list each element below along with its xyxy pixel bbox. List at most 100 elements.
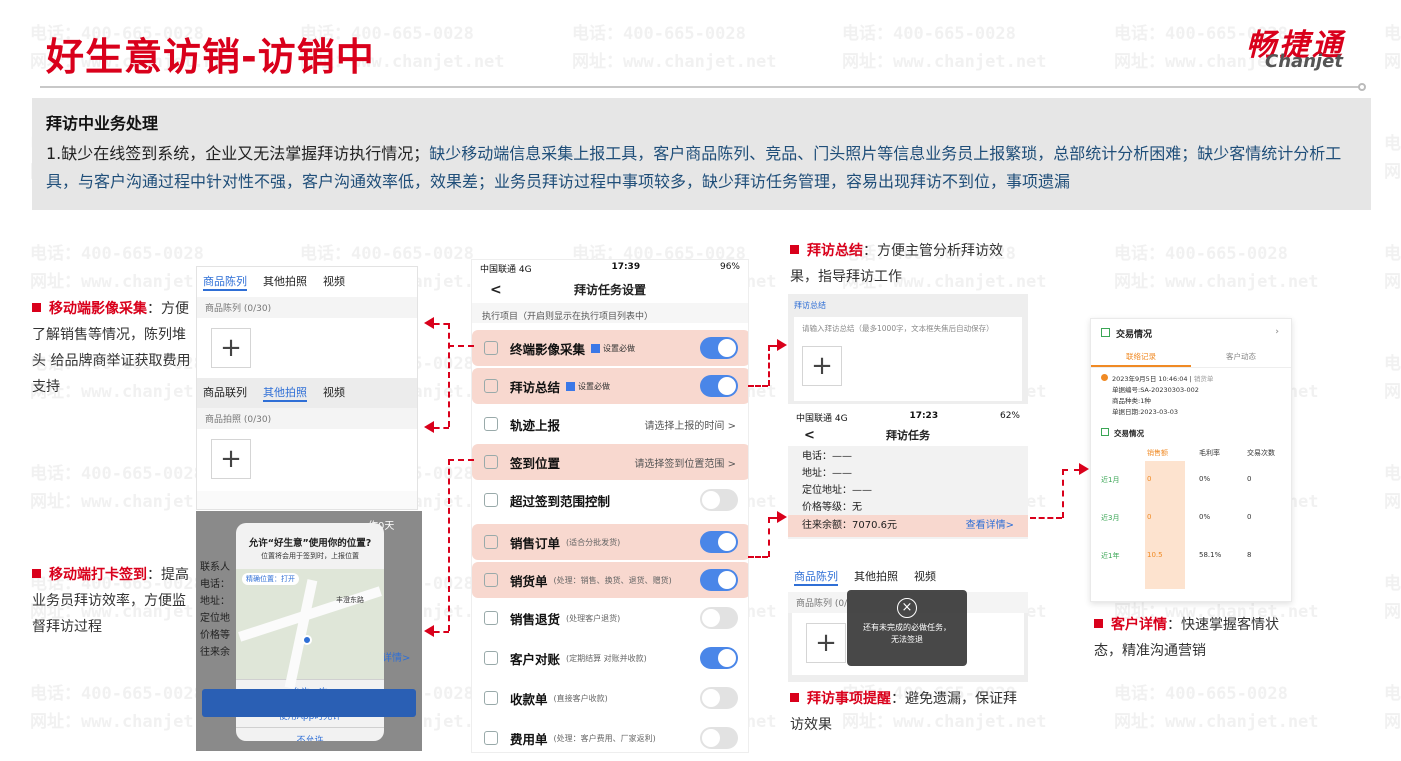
note-task-reminder: 拜访事项提醒：避免遗漏，保证拜访效果 [790, 691, 1017, 733]
chart-icon [1101, 328, 1110, 337]
note-customer-detail: 客户详情：快速掌握客情状态，精准沟通营销 [1094, 617, 1279, 659]
toggle-switch[interactable] [700, 375, 738, 397]
bullet-icon [790, 693, 799, 702]
customer-tabs: 联络记录 客户动态 [1091, 348, 1291, 368]
settings-row[interactable]: 销售退货 (处理客户退货) [472, 600, 748, 636]
row-note: (定期结算 对账并收款) [566, 653, 647, 663]
watermark-text: 电话：400-665-0028网址：www.chanjet.net [1384, 24, 1401, 72]
tab-contact-record[interactable]: 联络记录 [1091, 348, 1191, 367]
divider-dot [1358, 83, 1366, 91]
banner-text: 1.缺少在线签到系统，企业又无法掌握拜访执行情况；缺少移动端信息采集上报工具，客… [46, 140, 1357, 196]
problem-banner: 拜访中业务处理 1.缺少在线签到系统，企业又无法掌握拜访执行情况；缺少移动端信息… [32, 98, 1371, 210]
table-cell: 近3月 [1101, 514, 1120, 522]
checkbox-icon[interactable] [566, 381, 576, 391]
tab-other-photo[interactable]: 其他拍照 [854, 568, 898, 586]
status-bar: 中国联通 4G 17:39 96% [480, 262, 740, 275]
tab-video[interactable]: 视频 [323, 273, 345, 291]
task-reminder-panel: 商品陈列 其他拍照 视频 商品陈列 (0/ + × 还有未完成的必做任务， 无法… [788, 562, 1028, 682]
add-photo-button[interactable]: + [802, 346, 842, 386]
watermark-text: 电话：400-665-0028网址：www.chanjet.net [1114, 684, 1319, 732]
summary-title: 拜访总结 [794, 301, 826, 310]
table-row: 近1年 10.5 58.1% 8 [1097, 551, 1287, 565]
tab-customer-activity[interactable]: 客户动态 [1191, 348, 1291, 367]
dialog-subtitle: 位置将会用于签到时，上报位置 [261, 552, 359, 560]
settings-row[interactable]: 收款单 (直接客户收款) [472, 680, 748, 716]
toggle-switch[interactable] [700, 727, 738, 749]
brand-logo-en: Chanjet [1265, 51, 1343, 72]
toggle-switch[interactable] [700, 607, 738, 629]
table-cell: 0 [1247, 475, 1252, 483]
view-detail-link[interactable]: 查看详情> [966, 515, 1014, 537]
nav-bar: < 拜访任务设置 [472, 277, 748, 303]
settings-row[interactable]: 拜访总结 设置必做 [472, 368, 748, 404]
settings-row[interactable]: 签到位置 请选择签到位置范围 > [472, 444, 748, 480]
settings-row[interactable]: 客户对账 (定期结算 对账并收款) [472, 640, 748, 676]
road-label: 丰澄东路 [336, 596, 364, 604]
tab-video[interactable]: 视频 [323, 384, 345, 402]
customer-info: 电话：—— 地址：—— 定位地址：—— 价格等级：无 [802, 451, 872, 513]
add-photo-button[interactable]: + [806, 623, 846, 663]
row-label: 轨迹上报 [510, 417, 561, 433]
chart-icon [1101, 428, 1109, 436]
row-label: 拜访总结 [510, 379, 561, 395]
tab-video[interactable]: 视频 [914, 568, 936, 586]
map-preview: 精确位置：打开 丰澄东路 [236, 569, 384, 689]
bullet-icon [32, 303, 41, 312]
tab-other-photo[interactable]: 其他拍照 [263, 273, 307, 291]
photo-capture-panel: 商品陈列 其他拍照 视频 商品陈列 (0/30) + 商品联列 其他拍照 视频 … [196, 266, 418, 510]
photo-count-bottom: 商品拍照 (0/30) [197, 408, 417, 429]
tab-product-display[interactable]: 商品陈列 [794, 568, 838, 586]
row-label: 客户对账 [510, 651, 561, 667]
toggle-switch[interactable] [700, 489, 738, 511]
row-label: 收款单 [510, 691, 548, 707]
incomplete-task-toast: × 还有未完成的必做任务， 无法签退 [847, 590, 967, 666]
toggle-switch[interactable] [700, 569, 738, 591]
table-cell: 0% [1199, 475, 1211, 483]
detail-link[interactable]: 详情> [382, 649, 410, 664]
chevron-right-icon[interactable]: › [1275, 327, 1279, 337]
settings-row[interactable]: 超过签到范围控制 [472, 482, 748, 518]
tab-product-display[interactable]: 商品陈列 [203, 273, 247, 291]
checkbox-icon[interactable] [591, 343, 601, 353]
visit-task-settings-phone: 中国联通 4G 17:39 96% < 拜访任务设置 执行项目（开启则显示在执行… [471, 259, 749, 753]
trade-table: 销售额 毛利率 交易次数 近1月 0 0% 0 近3月 0 0% 0 近1年 10.5 58.1% 8 [1097, 445, 1285, 595]
toggle-switch[interactable] [700, 687, 738, 709]
photo-tabs-bottom: 商品联列 其他拍照 视频 [197, 378, 417, 408]
row-selector[interactable]: 请选择签到位置范围 > [634, 455, 736, 470]
reminder-tabs: 商品陈列 其他拍照 视频 [788, 562, 1028, 592]
screen-title: 拜访任务设置 [573, 283, 646, 297]
row-label: 销售订单 [510, 535, 561, 551]
settings-row[interactable]: 终端影像采集 设置必做 [472, 330, 748, 366]
table-cell: 10.5 [1147, 551, 1163, 559]
toggle-switch[interactable] [700, 531, 738, 553]
settings-row[interactable]: 销售订单 (适合分批发货) [472, 524, 748, 560]
table-header-cell: 销售额 [1147, 449, 1168, 457]
add-photo-button[interactable]: + [211, 439, 251, 479]
settings-row[interactable]: 轨迹上报 请选择上报的时间 > [472, 406, 748, 442]
deny-button[interactable]: 不允许 [236, 727, 384, 741]
row-selector[interactable]: 请选择上报的时间 > [644, 417, 736, 432]
add-photo-button[interactable]: + [211, 328, 251, 368]
table-cell: 0 [1147, 513, 1152, 521]
close-circle-icon: × [897, 598, 917, 618]
bullet-icon [1094, 619, 1103, 628]
settings-row[interactable]: 费用单 (处理：客户费用、厂家返利) [472, 720, 748, 752]
back-icon[interactable]: < [804, 426, 815, 446]
bullet-icon [32, 569, 41, 578]
row-note: (处理：销售、换货、退货、赠货) [553, 575, 672, 585]
row-label: 费用单 [510, 731, 548, 747]
tab-product-display[interactable]: 商品联列 [203, 384, 247, 402]
tab-other-photo[interactable]: 其他拍照 [263, 384, 307, 402]
required-label: 设置必做 [603, 343, 636, 353]
summary-input[interactable]: 请输入拜访总结（最多1000字，文本框失焦后自动保存） [802, 323, 1014, 334]
precise-location-toggle[interactable]: 精确位置：打开 [242, 573, 299, 585]
item-icon [484, 417, 498, 431]
table-cell: 近1月 [1101, 476, 1120, 484]
back-icon[interactable]: < [490, 277, 502, 303]
toggle-switch[interactable] [700, 337, 738, 359]
balance-row: 往来余额：7070.6元 查看详情> [788, 515, 1028, 537]
toggle-switch[interactable] [700, 647, 738, 669]
item-icon [484, 379, 498, 393]
settings-row[interactable]: 销货单 (处理：销售、换货、退货、赠货) [472, 562, 748, 598]
note-checkin: 移动端打卡签到：提高业务员拜访效率，方便监督拜访过程 [32, 567, 189, 635]
